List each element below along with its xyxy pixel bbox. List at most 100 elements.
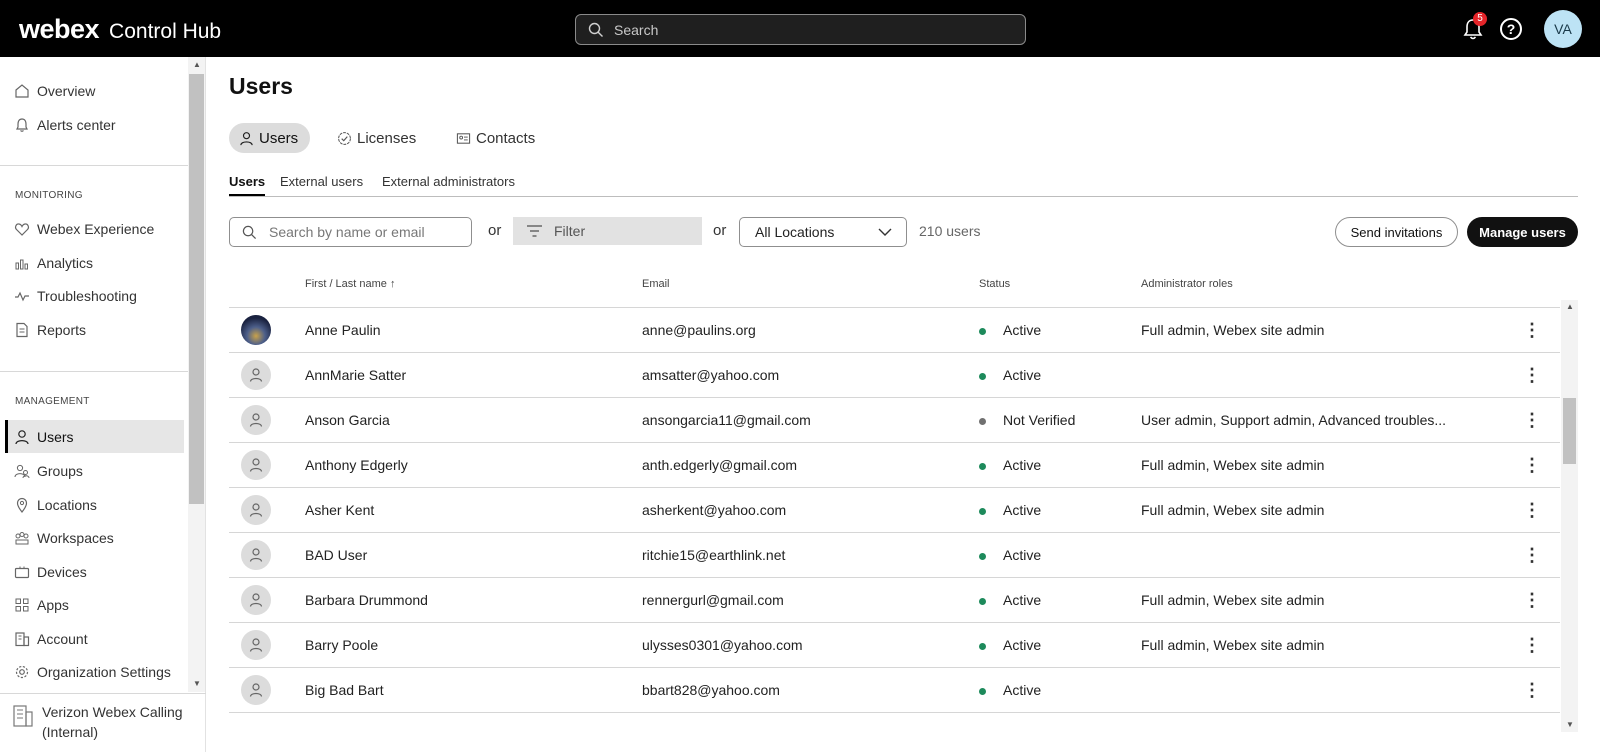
brand[interactable]: webex Control Hub [19,14,221,45]
sidebar-item-workspaces[interactable]: Workspaces [0,521,184,554]
organization-name: Verizon Webex Calling (Internal) [42,704,183,740]
user-placeholder-icon [248,367,264,383]
more-options-icon[interactable]: ⋮ [1523,318,1541,342]
sidebar-item-devices[interactable]: Devices [0,555,184,588]
status-label: Active [1003,367,1042,383]
table-row[interactable]: BAD User ritchie15@earthlink.net Active ⋮ [229,533,1560,578]
avatar [241,315,271,345]
send-invitations-button[interactable]: Send invitations [1335,217,1458,247]
sidebar-item-reports[interactable]: Reports [0,313,184,346]
sidebar-item-troubleshooting[interactable]: Troubleshooting [0,279,184,312]
global-search-input[interactable] [614,21,994,38]
sidebar-item-label: Analytics [37,254,94,271]
administrator-roles: Full admin, Webex site admin [1141,592,1325,608]
sidebar-item-label: Alerts center [37,116,116,133]
or-label: or [713,222,727,239]
organization-building-icon [13,705,33,727]
user-search-box[interactable] [229,217,472,247]
tab-label: Licenses [357,129,417,147]
status-label: Active [1003,547,1042,563]
column-header-email[interactable]: Email [642,278,670,290]
table-row[interactable] [229,300,1560,308]
scroll-down-arrow-icon[interactable]: ▼ [193,679,201,688]
user-email: rennergurl@gmail.com [642,592,784,608]
location-select[interactable]: All Locations [739,217,907,247]
user-name[interactable]: AnnMarie Satter [305,367,406,383]
table-row[interactable]: Asher Kent asherkent@yahoo.com Active Full … [229,488,1560,533]
column-header-administrator-roles[interactable]: Administrator roles [1141,278,1233,290]
table-row[interactable]: AnnMarie Satter amsatter@yahoo.com Active ⋮ [229,353,1560,398]
tab-licenses[interactable]: Licenses [327,123,428,153]
more-options-icon[interactable]: ⋮ [1523,678,1541,702]
user-name[interactable]: Barbara Drummond [305,592,428,608]
sidebar-item-organization-settings[interactable]: Organization Settings [0,655,184,688]
notifications-button[interactable]: 5 [1462,12,1487,41]
sidebar-item-groups[interactable]: Groups [0,454,184,487]
table-row[interactable]: Anthony Edgerly anth.edgerly@gmail.com Act… [229,443,1560,488]
status-dot [979,463,986,470]
table-scrollbar[interactable]: ▲ ▼ [1561,300,1578,732]
organization-switcher[interactable]: Verizon Webex Calling (Internal) [12,702,192,742]
sidebar-item-account[interactable]: Account [0,622,184,655]
more-options-icon[interactable]: ⋮ [1523,363,1541,387]
manage-users-button[interactable]: Manage users [1467,217,1578,247]
user-avatar[interactable]: VA [1544,10,1582,48]
global-search[interactable] [575,14,1026,45]
webex-logo: webex [19,14,100,44]
subtab-users[interactable]: Users [229,174,265,189]
filter-button[interactable]: Filter [513,217,702,245]
tab-contacts[interactable]: Contacts [446,123,547,153]
sidebar-item-apps[interactable]: Apps [0,588,184,621]
user-search-input[interactable] [269,224,459,240]
table-row[interactable]: Barbara Drummond rennergurl@gmail.com Acti… [229,578,1560,623]
more-options-icon[interactable]: ⋮ [1523,588,1541,612]
sidebar-item-users[interactable]: Users [5,420,184,453]
more-options-icon[interactable]: ⋮ [1523,453,1541,477]
avatar [241,405,271,435]
user-name[interactable]: Anthony Edgerly [305,457,408,473]
user-name[interactable]: Big Bad Bart [305,682,384,698]
section-management: MANAGEMENT [15,396,90,407]
scroll-up-arrow-icon[interactable]: ▲ [193,60,201,69]
user-name[interactable]: Anson Garcia [305,412,390,428]
user-name[interactable]: Barry Poole [305,637,378,653]
status-dot [979,598,986,605]
user-icon [239,131,254,146]
more-options-icon[interactable]: ⋮ [1523,633,1541,657]
subtab-external-users[interactable]: External users [280,174,363,189]
more-options-icon[interactable]: ⋮ [1523,498,1541,522]
table-row[interactable]: Barry Poole ulysses0301@yahoo.com Active Fu… [229,623,1560,668]
scrollbar-thumb[interactable] [189,74,204,504]
user-email: anne@paulins.org [642,322,756,338]
filter-label: Filter [554,223,586,239]
user-name[interactable]: BAD User [305,547,367,563]
active-subtab-indicator [229,194,265,196]
sidebar-item-webex-experience[interactable]: Webex Experience [0,212,184,245]
table-row[interactable]: Anne Paulin anne@paulins.org Active Full ad… [229,308,1560,353]
user-name[interactable]: Anne Paulin [305,322,381,338]
sidebar-scrollbar[interactable]: ▲ ▼ [188,57,205,692]
scroll-down-arrow-icon[interactable]: ▼ [1566,720,1574,729]
table-row[interactable]: Anson Garcia ansongarcia11@gmail.com Not V… [229,398,1560,443]
sidebar-item-locations[interactable]: Locations [0,488,184,521]
sidebar-item-label: Reports [37,321,87,338]
subtab-external-administrators[interactable]: External administrators [382,174,515,189]
tab-users[interactable]: Users [229,123,311,153]
sidebar-item-alerts-center[interactable]: Alerts center [0,108,184,141]
scrollbar-thumb[interactable] [1563,398,1576,464]
sidebar-item-label: Webex Experience [37,220,155,237]
help-icon[interactable]: ? [1500,18,1522,40]
more-options-icon[interactable]: ⋮ [1523,408,1541,432]
user-name[interactable]: Asher Kent [305,502,374,518]
sidebar-item-overview[interactable]: Overview [0,74,184,107]
user-email: bbart828@yahoo.com [642,682,780,698]
table-row[interactable]: Big Bad Bart bbart828@yahoo.com Active ⋮ [229,668,1560,713]
scroll-up-arrow-icon[interactable]: ▲ [1566,302,1574,311]
sidebar-item-analytics[interactable]: Analytics [0,246,184,279]
column-header-status[interactable]: Status [979,278,1010,290]
column-header-name[interactable]: First / Last name ↑ [305,278,395,290]
sidebar-item-label: Workspaces [37,529,114,546]
more-options-icon[interactable]: ⋮ [1523,543,1541,567]
status-label: Active [1003,592,1042,608]
pulse-icon [14,288,30,304]
